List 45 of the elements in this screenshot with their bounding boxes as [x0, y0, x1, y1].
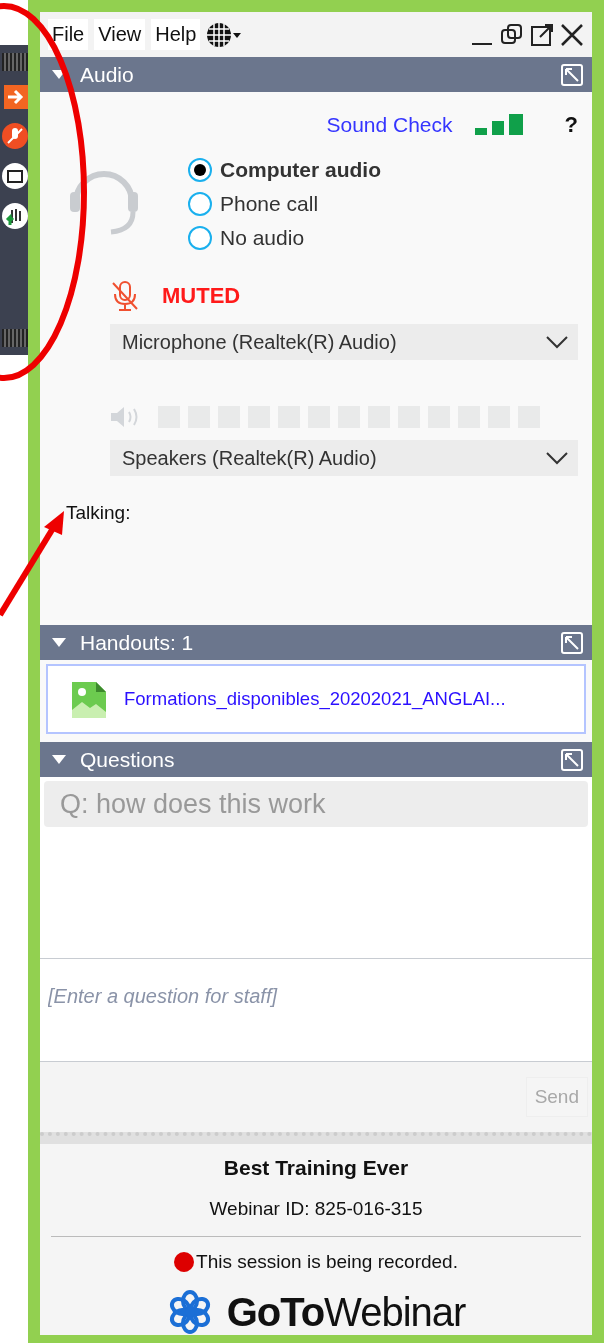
raise-hand-icon[interactable] [2, 203, 28, 229]
menu-item[interactable]: View [94, 19, 146, 50]
menu-item[interactable]: Help [151, 19, 201, 50]
muted-label: MUTED [162, 283, 241, 309]
brand-logo: GoToWebinar [226, 1289, 466, 1335]
webinar-title: Best Training Ever [223, 1156, 409, 1180]
microphone-off-icon [110, 280, 140, 312]
radio-option[interactable]: Computer audio [188, 158, 381, 182]
handout-item[interactable]: Formations_disponibles_20202021_ANGLAI... [46, 664, 586, 734]
section-title: Audio [80, 62, 134, 87]
help-icon[interactable]: ? [564, 112, 578, 138]
popout-icon[interactable] [560, 747, 584, 772]
section-header[interactable]: Audio [40, 57, 592, 92]
recording-dot-icon [174, 1252, 195, 1272]
grip-icon[interactable] [2, 53, 28, 71]
webinar-id: Webinar ID: 825-016-315 [209, 1198, 423, 1220]
speakers-dropdown[interactable]: Speakers (Realtek(R) Audio) [110, 440, 578, 476]
grip-icon[interactable] [2, 329, 28, 347]
popout-window-icon[interactable] [530, 22, 554, 47]
question-input[interactable]: [Enter a question for staff] [40, 958, 592, 1062]
screen-icon[interactable] [2, 163, 28, 189]
popout-icon[interactable] [560, 62, 584, 87]
section-header[interactable]: Handouts: 1 [40, 625, 592, 660]
section-title: Handouts: 1 [80, 630, 194, 655]
globe-icon[interactable] [206, 21, 243, 48]
image-file-icon [72, 680, 106, 718]
handout-link[interactable]: Formations_disponibles_20202021_ANGLAI... [124, 688, 506, 710]
sound-check-link[interactable]: Sound Check [326, 113, 453, 137]
recording-notice: This session is being recorded. [196, 1251, 458, 1273]
close-icon[interactable] [560, 22, 584, 47]
popout-icon[interactable] [560, 630, 584, 655]
restore-icon[interactable] [500, 22, 524, 47]
chevron-down-icon[interactable] [546, 451, 568, 465]
triangle-icon[interactable] [52, 754, 66, 765]
chevron-down-icon[interactable] [546, 335, 568, 349]
triangle-icon[interactable] [52, 637, 66, 648]
menu-item[interactable]: File [48, 19, 89, 50]
microphone-dropdown[interactable]: Microphone (Realtek(R) Audio) [110, 324, 578, 360]
talking-label: Talking: [66, 502, 132, 524]
section-header[interactable]: Questions [40, 742, 592, 777]
section-title: Questions [80, 747, 175, 772]
radio-option[interactable]: No audio [188, 226, 381, 250]
radio-option[interactable]: Phone call [188, 192, 381, 216]
splitter-handle[interactable] [40, 1132, 592, 1144]
signal-bars-icon [474, 114, 525, 136]
